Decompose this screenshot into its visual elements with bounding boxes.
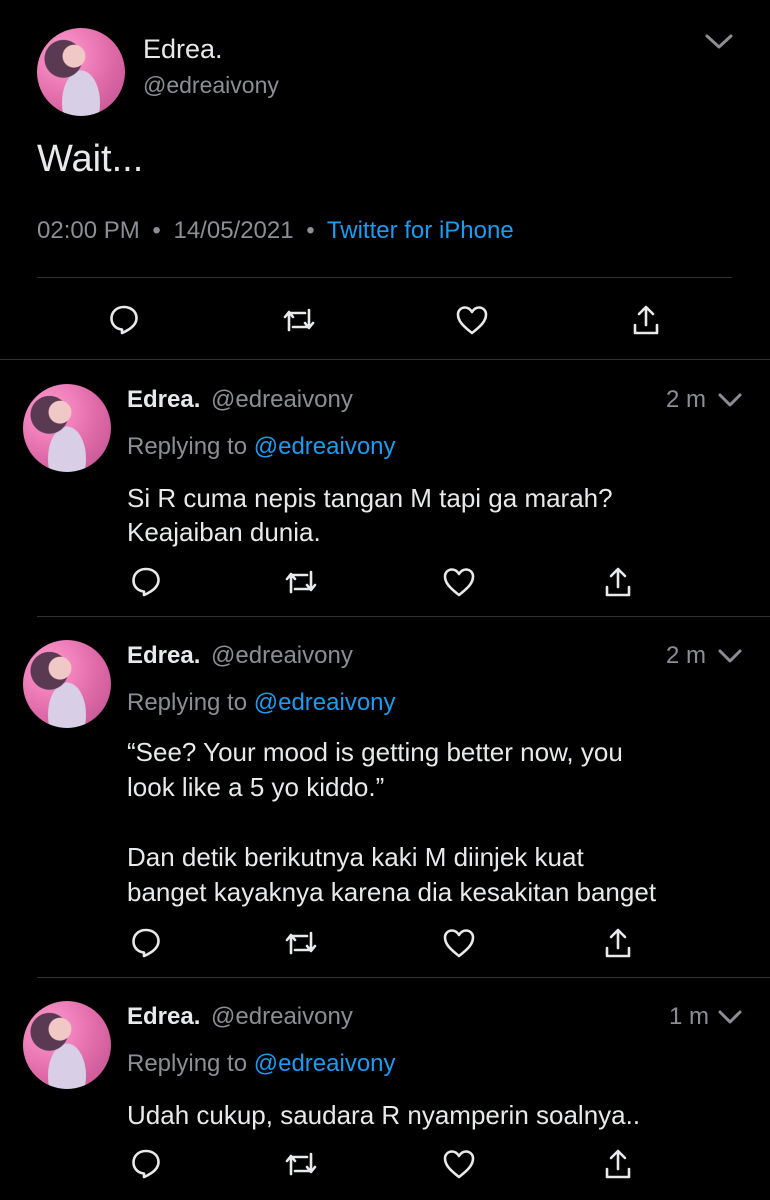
replying-label: Replying to — [127, 1050, 248, 1077]
text-line: Si R cuma nepis tangan M tapi ga marah? — [127, 483, 613, 513]
avatar[interactable] — [23, 384, 111, 472]
separator: • — [306, 217, 315, 244]
display-name[interactable]: Edrea. — [127, 1003, 200, 1030]
reply-icon[interactable] — [130, 1147, 162, 1179]
timestamp: 2 m — [666, 386, 707, 413]
tweet-source-link[interactable]: Twitter for iPhone — [327, 217, 514, 244]
replying-to: Replying to @edreaivony — [127, 433, 396, 461]
avatar[interactable] — [23, 640, 111, 728]
chevron-down-icon[interactable] — [717, 1007, 743, 1027]
replying-to: Replying to @edreaivony — [127, 689, 396, 717]
handle[interactable]: @edreaivony — [211, 386, 353, 413]
text-line: “See? Your mood is getting better now, y… — [127, 737, 623, 767]
text-line: look like a 5 yo kiddo.” — [127, 772, 385, 802]
chevron-down-icon[interactable] — [717, 390, 743, 410]
mention-link[interactable]: @edreaivony — [254, 433, 396, 460]
display-name[interactable]: Edrea. — [127, 386, 200, 413]
replying-label: Replying to — [127, 689, 248, 716]
like-icon[interactable] — [455, 304, 489, 336]
like-icon[interactable] — [442, 1148, 476, 1180]
reply-header: Edrea. @edreaivony — [127, 386, 353, 414]
divider — [0, 359, 770, 360]
action-bar — [0, 925, 770, 961]
action-bar — [0, 564, 770, 600]
avatar[interactable] — [23, 1001, 111, 1089]
text-line: Keajaiban dunia. — [127, 517, 321, 547]
reply-icon[interactable] — [108, 303, 140, 335]
text-line — [127, 805, 656, 840]
replying-to: Replying to @edreaivony — [127, 1050, 396, 1078]
retweet-icon[interactable] — [283, 1149, 319, 1179]
timestamp: 1 m — [669, 1003, 710, 1030]
timestamp: 2 m — [666, 642, 707, 669]
display-name[interactable]: Edrea. — [143, 34, 223, 65]
mention-link[interactable]: @edreaivony — [254, 689, 396, 716]
mention-link[interactable]: @edreaivony — [254, 1050, 396, 1077]
divider — [37, 616, 770, 617]
reply-header: Edrea. @edreaivony — [127, 642, 353, 670]
chevron-down-icon[interactable] — [717, 646, 743, 666]
replying-label: Replying to — [127, 433, 248, 460]
handle[interactable]: @edreaivony — [211, 1003, 353, 1030]
chevron-down-icon[interactable] — [704, 30, 734, 52]
tweet-text: Wait... — [37, 138, 144, 180]
retweet-icon[interactable] — [281, 305, 317, 335]
text-line: Udah cukup, saudara R nyamperin soalnya.… — [127, 1100, 641, 1130]
tweet-text: Si R cuma nepis tangan M tapi ga marah? … — [127, 481, 613, 549]
tweet-date: 14/05/2021 — [173, 217, 294, 244]
avatar[interactable] — [37, 28, 125, 116]
like-icon[interactable] — [442, 566, 476, 598]
handle[interactable]: @edreaivony — [143, 72, 279, 99]
divider — [37, 277, 732, 278]
tweet-text: “See? Your mood is getting better now, y… — [127, 735, 656, 910]
divider — [37, 977, 770, 978]
reply-icon[interactable] — [130, 565, 162, 597]
separator: • — [152, 217, 161, 244]
text-line: Dan detik berikutnya kaki M diinjek kuat — [127, 842, 584, 872]
tweet-time: 02:00 PM — [37, 217, 140, 244]
text-line: banget kayaknya karena dia kesakitan ban… — [127, 877, 657, 907]
share-icon[interactable] — [631, 303, 661, 337]
like-icon[interactable] — [442, 927, 476, 959]
tweet-meta: 02:00 PM • 14/05/2021 • Twitter for iPho… — [37, 217, 514, 245]
display-name[interactable]: Edrea. — [127, 642, 200, 669]
reply-header: Edrea. @edreaivony — [127, 1003, 353, 1031]
retweet-icon[interactable] — [283, 928, 319, 958]
share-icon[interactable] — [603, 565, 633, 599]
reply-icon[interactable] — [130, 926, 162, 958]
action-bar — [0, 300, 770, 340]
action-bar — [0, 1146, 770, 1182]
tweet-text: Udah cukup, saudara R nyamperin soalnya.… — [127, 1098, 640, 1132]
handle[interactable]: @edreaivony — [211, 642, 353, 669]
retweet-icon[interactable] — [283, 567, 319, 597]
share-icon[interactable] — [603, 1147, 633, 1181]
share-icon[interactable] — [603, 926, 633, 960]
